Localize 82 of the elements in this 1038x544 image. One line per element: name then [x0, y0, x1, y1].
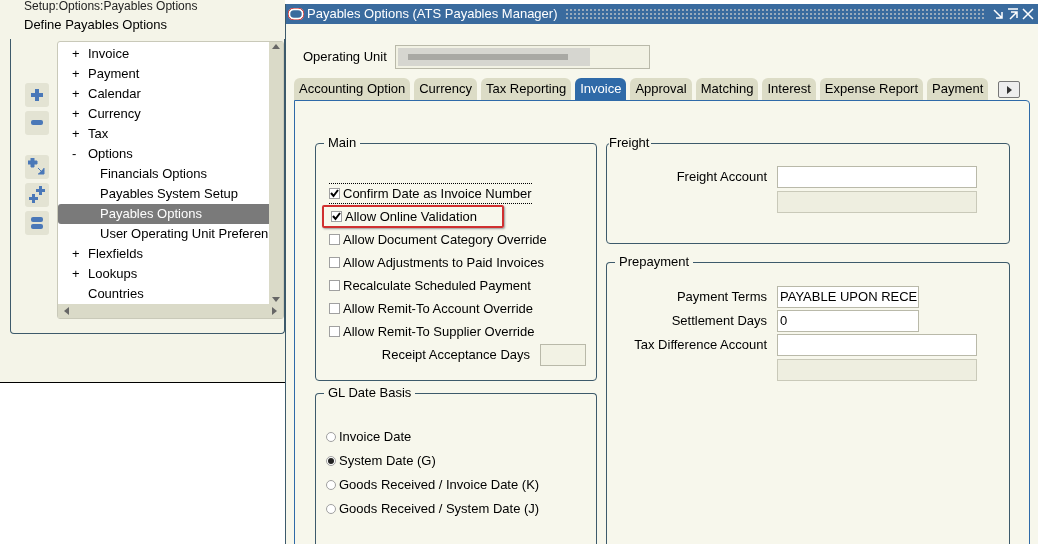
field-label: Payment Terms: [675, 288, 768, 307]
input-field[interactable]: [777, 166, 977, 188]
checkbox-square[interactable]: [329, 234, 340, 245]
tab[interactable]: Matching: [695, 78, 759, 100]
window-title: Payables Options (ATS Payables Manager): [307, 5, 558, 24]
maximize-icon[interactable]: [1007, 8, 1019, 20]
field-label: Settlement Days: [670, 312, 768, 331]
checkmark-icon: [330, 189, 339, 198]
checkbox-square[interactable]: [331, 211, 342, 222]
window-heading: Define Payables Options: [23, 16, 169, 34]
collapse-all-button[interactable]: [25, 210, 49, 235]
tree-item[interactable]: + Flexfields: [58, 243, 269, 264]
input-field[interactable]: [540, 343, 586, 366]
checkbox[interactable]: Allow Adjustments to Paid Invoices: [329, 252, 544, 273]
down-arrow-icon: [272, 296, 280, 302]
tab[interactable]: Invoice: [575, 78, 627, 100]
field-label: Tax Difference Account: [633, 336, 768, 355]
minimize-icon[interactable]: [992, 8, 1004, 20]
tree-item[interactable]: User Operating Unit Preferen: [58, 223, 269, 244]
right-arrow-icon: [1006, 85, 1012, 94]
right-arrow-icon: [272, 306, 277, 315]
group-title: Prepayment: [615, 254, 694, 270]
radio-button[interactable]: System Date (G): [326, 449, 596, 473]
radio-circle[interactable]: [326, 456, 336, 466]
checkbox-square[interactable]: [329, 303, 340, 314]
tree-item[interactable]: Countries: [58, 283, 269, 304]
checkbox-square[interactable]: [329, 280, 340, 291]
breadcrumb: Setup:Options:Payables Options: [23, 0, 199, 12]
input-field[interactable]: [394, 45, 650, 69]
checkbox[interactable]: Confirm Date as Invoice Number: [329, 182, 532, 205]
radio-button[interactable]: Goods Received / System Date (J): [326, 497, 596, 521]
tab[interactable]: Accounting Option: [294, 78, 411, 100]
vertical-scrollbar[interactable]: [269, 41, 283, 304]
group-title: Freight: [609, 135, 652, 151]
tree-item[interactable]: Payables System Setup: [58, 183, 269, 204]
plus-icon: [31, 88, 43, 101]
tab[interactable]: Interest: [762, 78, 816, 100]
field-label: Operating Unit: [303, 48, 387, 67]
tree-item[interactable]: + Currency: [58, 103, 269, 124]
checkbox[interactable]: Allow Document Category Override: [329, 229, 547, 250]
tree-item[interactable]: + Lookups: [58, 263, 269, 284]
tab[interactable]: Tax Reporting: [481, 78, 572, 100]
checkmark-icon: [332, 212, 341, 221]
tree-item[interactable]: + Invoice: [58, 43, 269, 64]
tab[interactable]: Currency: [414, 78, 477, 100]
plus-arrow-icon: [28, 157, 46, 176]
input-field[interactable]: 0: [777, 310, 919, 332]
left-arrow-icon: [64, 306, 69, 315]
field-label: Receipt Acceptance Days: [381, 345, 530, 364]
input-field[interactable]: [777, 334, 977, 356]
checkbox-square[interactable]: [329, 257, 340, 268]
up-arrow-icon: [272, 43, 280, 49]
tree-item[interactable]: + Tax: [58, 123, 269, 144]
tree-item[interactable]: + Payment: [58, 63, 269, 84]
checkbox[interactable]: Allow Remit-To Supplier Override: [329, 321, 535, 342]
double-minus-icon: [31, 215, 43, 230]
field-label: Freight Account: [675, 168, 768, 187]
app-logo-icon: [288, 8, 304, 20]
checkbox[interactable]: Allow Online Validation: [331, 206, 477, 227]
tab[interactable]: Payment: [927, 78, 989, 100]
checkbox-square[interactable]: [329, 188, 340, 199]
close-icon[interactable]: [1022, 8, 1034, 20]
tab[interactable]: Expense Report: [819, 78, 924, 100]
tree-item[interactable]: + Calendar: [58, 83, 269, 104]
double-plus-icon: [28, 185, 46, 204]
tree-item[interactable]: Payables Options: [58, 203, 269, 224]
expand-button[interactable]: [25, 82, 49, 107]
expand-branch-button[interactable]: [25, 154, 49, 179]
tree-item[interactable]: - Options: [58, 143, 269, 164]
radio-button[interactable]: Goods Received / Invoice Date (K): [326, 473, 596, 497]
radio-button[interactable]: Invoice Date: [326, 425, 596, 449]
tree-item[interactable]: Financials Options: [58, 163, 269, 184]
collapse-button[interactable]: [25, 110, 49, 135]
checkbox[interactable]: Recalculate Scheduled Payment: [329, 275, 531, 296]
tab-scroll-button[interactable]: [998, 81, 1021, 98]
tab[interactable]: Approval: [630, 78, 692, 100]
minus-icon: [31, 119, 43, 126]
input-field[interactable]: PAYABLE UPON RECE: [777, 286, 919, 308]
horizontal-scrollbar[interactable]: [58, 303, 283, 318]
expand-all-button[interactable]: [25, 182, 49, 207]
checkbox-square[interactable]: [329, 326, 340, 337]
checkbox[interactable]: Allow Remit-To Account Override: [329, 298, 533, 319]
